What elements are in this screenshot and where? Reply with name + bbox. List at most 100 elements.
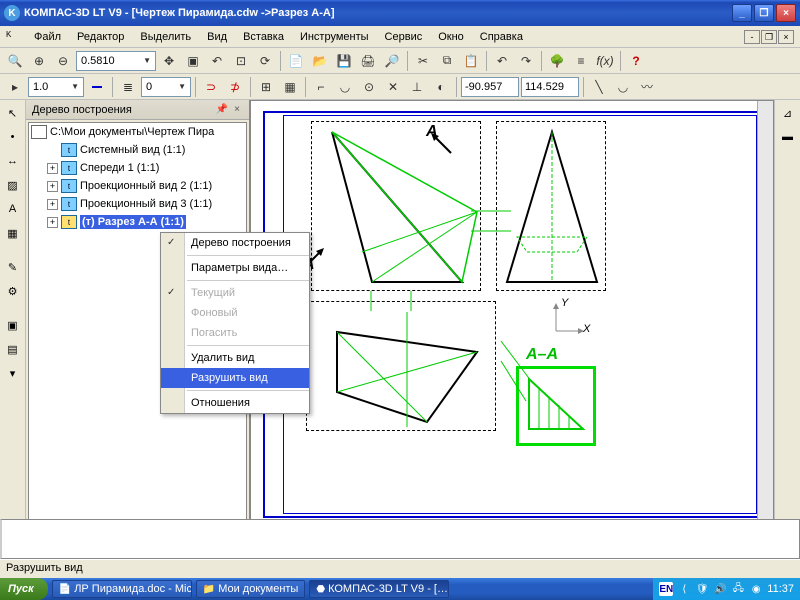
minimize-button[interactable]: _ — [732, 4, 752, 22]
menu-editor[interactable]: Редактор — [69, 29, 132, 45]
tree-icon[interactable]: 🌳 — [546, 50, 568, 72]
scrollbar-vertical[interactable] — [757, 101, 773, 542]
zoom-out-icon[interactable]: ⊖ — [52, 50, 74, 72]
coord-y[interactable]: 114.529 — [521, 77, 579, 97]
dim-tool-icon[interactable]: ↔ — [2, 150, 24, 172]
zoom-in-icon[interactable]: ⊕ — [28, 50, 50, 72]
vars-icon[interactable]: f(x) — [594, 50, 616, 72]
tray-vol-icon[interactable]: 🔊 — [713, 582, 727, 596]
zoom-window-icon[interactable]: 🔍 — [4, 50, 26, 72]
ctx-tree-build[interactable]: ✓Дерево построения — [161, 233, 309, 253]
menu-service[interactable]: Сервис — [377, 29, 431, 45]
menu-select[interactable]: Выделить — [132, 29, 199, 45]
coord-x[interactable]: -90.957 — [461, 77, 519, 97]
snap-center-icon[interactable]: ⊙ — [358, 76, 380, 98]
copy-icon[interactable]: ⧉ — [436, 50, 458, 72]
preview-icon[interactable]: 🔎 — [381, 50, 403, 72]
panel-close-icon[interactable]: × — [231, 104, 243, 115]
ctx-view-params[interactable]: Параметры вида… — [161, 258, 309, 278]
restore-button[interactable]: ❐ — [754, 4, 774, 22]
hatch-tool-icon[interactable]: ▨ — [2, 174, 24, 196]
snap-end-icon[interactable]: ⌐ — [310, 76, 332, 98]
select-tool-icon[interactable]: ↖ — [2, 102, 24, 124]
pin-icon[interactable]: 📌 — [213, 104, 231, 115]
tray-app-icon[interactable]: ◉ — [749, 582, 763, 596]
tree-root[interactable]: С:\Мои документы\Чертеж Пира — [29, 123, 246, 141]
save-icon[interactable]: 💾 — [333, 50, 355, 72]
ctx-delete-view[interactable]: Удалить вид — [161, 348, 309, 368]
grid-icon[interactable]: ▦ — [279, 76, 301, 98]
snap-intersect-icon[interactable]: ✕ — [382, 76, 404, 98]
scale-combo[interactable]: 1.0▼ — [28, 77, 84, 97]
open-icon[interactable]: 📂 — [309, 50, 331, 72]
zoom-fit-icon[interactable]: ▣ — [182, 50, 204, 72]
mdi-close[interactable]: × — [778, 30, 794, 44]
taskbar-item-word[interactable]: 📄 ЛР Пирамида.doc - Micr… — [52, 580, 192, 598]
expand-icon[interactable]: + — [47, 217, 58, 228]
redo-icon[interactable]: ↷ — [515, 50, 537, 72]
pan-icon[interactable]: ✥ — [158, 50, 180, 72]
snap-mid-icon[interactable]: ◡ — [334, 76, 356, 98]
drawing-canvas[interactable]: А–А А А Y X — [250, 100, 774, 559]
taskbar-item-kompas[interactable]: ⬣ КОМПАС-3D LT V9 - [… — [309, 580, 449, 598]
snap-magnet-icon[interactable]: ⊃ — [200, 76, 222, 98]
styles-icon[interactable]: ▬ — [777, 126, 799, 148]
zoom-combo[interactable]: 0.5810▼ — [76, 51, 156, 71]
style-icon[interactable] — [86, 76, 108, 98]
props-icon[interactable]: ≡ — [570, 50, 592, 72]
expand-icon[interactable]: + — [47, 199, 58, 210]
expand-icon[interactable]: + — [47, 163, 58, 174]
menu-tools[interactable]: Инструменты — [292, 29, 377, 45]
snap-perp-icon[interactable]: ⊥ — [406, 76, 428, 98]
snap-off-icon[interactable]: ⊅ — [224, 76, 246, 98]
tree-node-proj2[interactable]: + t Проекционный вид 2 (1:1) — [29, 177, 246, 195]
tree-node-system[interactable]: t Системный вид (1:1) — [29, 141, 246, 159]
tree-node-proj3[interactable]: + t Проекционный вид 3 (1:1) — [29, 195, 246, 213]
mdi-restore[interactable]: ❐ — [761, 30, 777, 44]
measure-icon[interactable]: ⊿ — [777, 102, 799, 124]
help-icon[interactable]: ? — [625, 50, 647, 72]
print-icon[interactable]: 🖨 — [357, 50, 379, 72]
expand-down-icon[interactable]: ▾ — [2, 362, 24, 384]
expand-icon[interactable]: + — [47, 181, 58, 192]
arrow-icon[interactable]: ▸ — [4, 76, 26, 98]
zoom-prev-icon[interactable]: ↶ — [206, 50, 228, 72]
tray-net-icon[interactable]: 🖧 — [731, 582, 745, 596]
ctx-destroy-view[interactable]: Разрушить вид — [161, 368, 309, 388]
param-tool-icon[interactable]: ⚙ — [2, 280, 24, 302]
close-button[interactable]: × — [776, 4, 796, 22]
point-tool-icon[interactable]: • — [2, 126, 24, 148]
menu-insert[interactable]: Вставка — [235, 29, 292, 45]
new-icon[interactable]: 📄 — [285, 50, 307, 72]
tray-icon[interactable]: ⟨ — [677, 582, 691, 596]
text-tool-icon[interactable]: A — [2, 198, 24, 220]
line-tool-icon[interactable]: ╲ — [588, 76, 610, 98]
undo-icon[interactable]: ↶ — [491, 50, 513, 72]
taskbar-item-docs[interactable]: 📁 Мои документы — [196, 580, 306, 598]
menu-help[interactable]: Справка — [472, 29, 531, 45]
menu-window[interactable]: Окно — [430, 29, 472, 45]
mdi-minimize[interactable]: - — [744, 30, 760, 44]
snap-tan-icon[interactable]: ◐ — [430, 76, 452, 98]
zoom-all-icon[interactable]: ⊡ — [230, 50, 252, 72]
layers-icon[interactable]: ≣ — [117, 76, 139, 98]
layer-combo[interactable]: 0▼ — [141, 77, 191, 97]
view-tool-icon[interactable]: ▣ — [2, 314, 24, 336]
tray-av-icon[interactable]: 🛡 — [695, 582, 709, 596]
edit-tool-icon[interactable]: ✎ — [2, 256, 24, 278]
tree-node-front[interactable]: + t Спереди 1 (1:1) — [29, 159, 246, 177]
menu-view[interactable]: Вид — [199, 29, 235, 45]
spline-tool-icon[interactable]: 〰 — [636, 76, 658, 98]
start-button[interactable]: Пуск — [0, 578, 48, 600]
arc-tool-icon[interactable]: ◡ — [612, 76, 634, 98]
spec-tool-icon[interactable]: ▤ — [2, 338, 24, 360]
cut-icon[interactable]: ✂ — [412, 50, 434, 72]
ctx-relations[interactable]: Отношения — [161, 393, 309, 413]
table-tool-icon[interactable]: ▦ — [2, 222, 24, 244]
menu-file[interactable]: Файл — [26, 29, 69, 45]
ortho-icon[interactable]: ⊞ — [255, 76, 277, 98]
command-panel[interactable] — [0, 519, 800, 559]
clock[interactable]: 11:37 — [767, 583, 794, 595]
refresh-icon[interactable]: ⟳ — [254, 50, 276, 72]
lang-indicator[interactable]: EN — [659, 582, 673, 596]
